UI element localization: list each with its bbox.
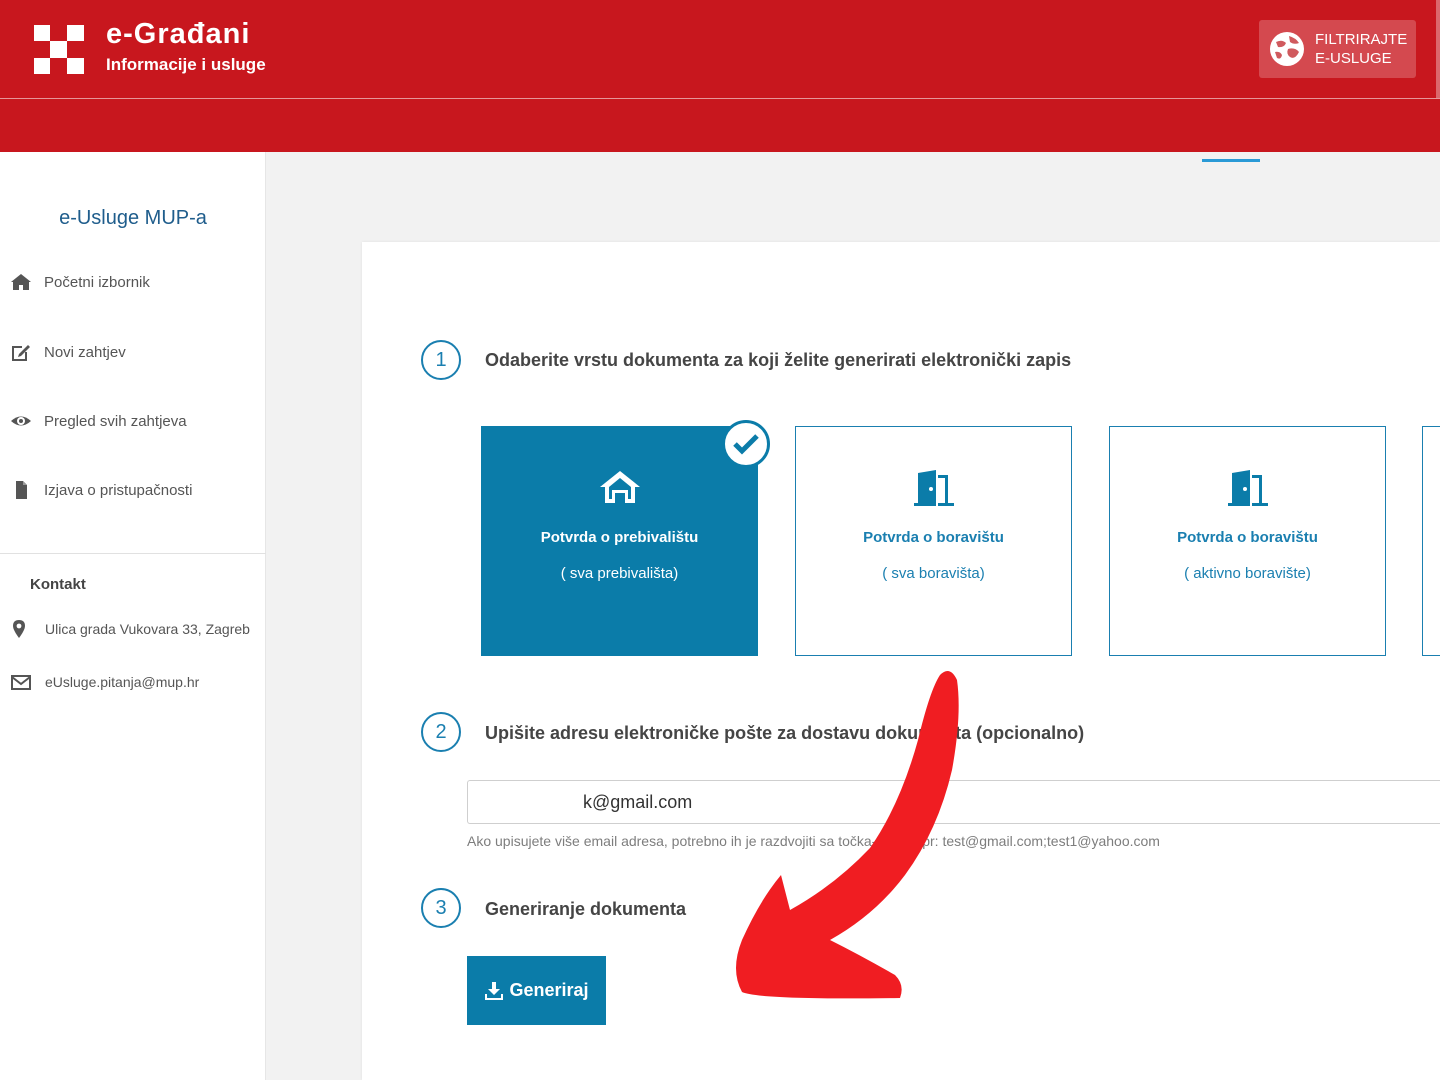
contact-title: Kontakt: [30, 576, 86, 593]
active-tab-indicator: [1202, 159, 1260, 162]
sidebar-item-label: Novi zahtjev: [44, 343, 126, 361]
door-icon: [913, 470, 954, 506]
brand-title[interactable]: e-Građani: [106, 18, 250, 51]
doc-option-sub: ( sva prebivališta): [560, 565, 679, 582]
doc-option-name: Potvrda o prebivalištu: [540, 529, 699, 546]
filter-services-label: FILTRIRAJTE E-USLUGE: [1315, 31, 1408, 67]
top-header: e-Građani Informacije i usluge FILTRIRAJ…: [0, 0, 1440, 152]
generate-button-label: Generiraj: [509, 980, 589, 1000]
map-pin-icon: [13, 620, 25, 638]
header-divider: [0, 98, 1440, 99]
checkerboard-logo-icon: [34, 25, 84, 74]
header-edge: [1436, 0, 1440, 98]
sidebar-item-label: Pregled svih zahtjeva: [44, 412, 187, 430]
generate-button[interactable]: Generiraj: [467, 956, 606, 1025]
step-1-label: Odaberite vrstu dokumenta za koji želite…: [485, 350, 1072, 370]
selected-check-icon: [722, 420, 770, 468]
doc-option-boraviste-active[interactable]: Potvrda o boravištu ( aktivno boravište): [1109, 426, 1386, 656]
sidebar: e-Usluge MUP-a Početni izbornik Novi zah…: [0, 152, 266, 1080]
contact-address-text: Ulica grada Vukovara 33, Zagreb: [45, 621, 250, 637]
sidebar-item-all-requests[interactable]: Pregled svih zahtjeva: [10, 411, 187, 431]
home-icon: [11, 274, 31, 290]
sidebar-item-new-request[interactable]: Novi zahtjev: [10, 342, 126, 362]
doc-option-name: Potvrda o boravištu: [1177, 529, 1318, 546]
filter-services-button[interactable]: FILTRIRAJTE E-USLUGE: [1259, 20, 1416, 78]
doc-option-prebivaliste[interactable]: Potvrda o prebivalištu ( sva prebivališt…: [481, 426, 758, 656]
envelope-icon: [11, 675, 31, 690]
step-2-number: 2: [421, 712, 461, 752]
sidebar-item-label: Početni izbornik: [44, 273, 150, 291]
step-1-number: 1: [421, 340, 461, 380]
sidebar-item-label: Izjava o pristupačnosti: [44, 481, 193, 499]
doc-option-sub: ( aktivno boravište): [1184, 565, 1311, 582]
email-input[interactable]: [467, 780, 1440, 824]
sidebar-item-accessibility[interactable]: Izjava o pristupačnosti: [10, 480, 192, 500]
contact-address: Ulica grada Vukovara 33, Zagreb: [11, 620, 250, 638]
download-icon: [485, 981, 504, 1000]
edit-icon: [12, 345, 30, 361]
brand-subtitle: Informacije i usluge: [106, 55, 266, 74]
house-icon: [599, 471, 640, 503]
sidebar-item-home[interactable]: Početni izbornik: [10, 272, 150, 292]
file-icon: [16, 481, 27, 499]
doc-option-boraviste-all[interactable]: Potvrda o boravištu ( sva boravišta): [795, 426, 1072, 656]
eye-icon: [11, 416, 31, 426]
email-hint: Ako upisujete više email adresa, potrebn…: [467, 833, 1160, 849]
step-3-label: Generiranje dokumenta: [485, 899, 687, 919]
door-icon: [1227, 470, 1268, 506]
globe-filter-icon: [1270, 32, 1304, 66]
contact-email[interactable]: eUsluge.pitanja@mup.hr: [11, 673, 199, 691]
email-redaction: [482, 781, 582, 823]
contact-email-text: eUsluge.pitanja@mup.hr: [45, 674, 200, 690]
doc-option-name: Potvrda o boravištu: [863, 529, 1004, 546]
doc-option-sub: ( sva boravišta): [882, 565, 985, 582]
sidebar-title[interactable]: e-Usluge MUP-a: [0, 207, 266, 230]
doc-option-partial[interactable]: [1422, 426, 1440, 656]
step-3-number: 3: [421, 888, 461, 928]
step-2-label: Upišite adresu elektroničke pošte za dos…: [485, 723, 1085, 743]
sidebar-divider: [0, 553, 266, 554]
